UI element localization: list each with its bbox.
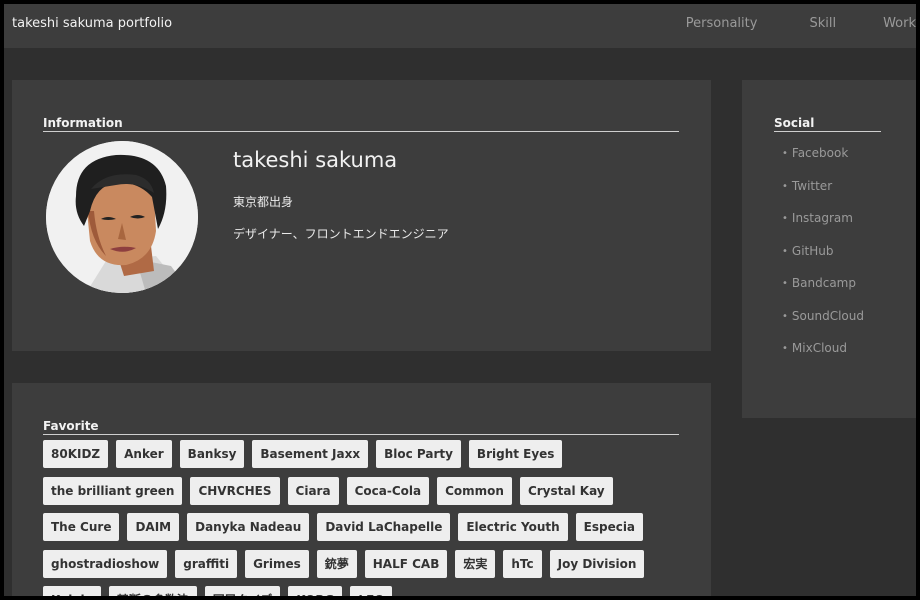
social-link-instagram[interactable]: • Instagram	[782, 211, 864, 244]
social-label[interactable]: Facebook	[792, 146, 848, 160]
bullet-icon: •	[782, 278, 788, 289]
favorite-tag[interactable]: Joy Division	[549, 549, 645, 578]
favorite-tag-list: 80KIDZ Anker Banksy Basement Jaxx Bloc Party…	[43, 440, 693, 596]
bullet-icon: •	[782, 245, 788, 257]
social-card: Social • Facebook • Twitter • Instagram • Gi…	[742, 80, 916, 418]
nav-work[interactable]: Work	[883, 16, 916, 31]
favorite-tag[interactable]: Crystal Kay	[519, 476, 613, 505]
social-label[interactable]: GitHub	[792, 244, 834, 258]
favorite-tag[interactable]: Especia	[575, 513, 644, 541]
social-link-bandcamp[interactable]: • Bandcamp	[782, 276, 864, 309]
favorite-tag[interactable]: 宏実	[455, 549, 496, 578]
social-label[interactable]: SoundCloud	[792, 309, 864, 323]
role-text: デザイナー、フロントエンドエンジニア	[233, 227, 449, 241]
person-name: takeshi sakuma	[233, 148, 398, 172]
bullet-icon: •	[782, 148, 788, 159]
avatar-illustration	[46, 141, 198, 293]
favorite-tag[interactable]: DAIM	[127, 513, 180, 541]
social-link-github[interactable]: • GitHub	[782, 244, 864, 277]
social-heading: Social	[774, 116, 881, 132]
favorite-tag[interactable]: 80KIDZ	[43, 440, 109, 468]
site-brand[interactable]: takeshi sakuma portfolio	[12, 16, 172, 31]
favorite-tag[interactable]: Kelela	[43, 586, 101, 596]
favorite-tag[interactable]: Coca-Cola	[346, 476, 430, 505]
favorite-tag[interactable]: Danyka Nadeau	[187, 513, 310, 541]
favorite-tag[interactable]: hTc	[503, 549, 542, 578]
favorite-tag[interactable]: graffiti	[175, 549, 238, 578]
social-link-twitter[interactable]: • Twitter	[782, 179, 864, 212]
favorite-tag[interactable]: HALF CAB	[364, 549, 448, 578]
information-card: Information takeshi sakuma 東京都出身 デザイナー、フ…	[12, 80, 711, 351]
favorite-tag[interactable]: Banksy	[179, 440, 245, 468]
social-list: • Facebook • Twitter • Instagram • GitHub • B…	[782, 146, 864, 374]
favorite-tag[interactable]: Bloc Party	[376, 440, 461, 468]
favorite-tag[interactable]: KORG	[288, 586, 343, 596]
origin-text: 東京都出身	[233, 195, 294, 209]
favorite-heading: Favorite	[43, 419, 679, 435]
bullet-icon: •	[782, 343, 788, 354]
bullet-icon: •	[782, 180, 788, 192]
bullet-icon: •	[782, 310, 788, 322]
favorite-tag[interactable]: 銃夢	[316, 549, 357, 578]
favorite-tag[interactable]: The Cure	[43, 513, 120, 541]
favorite-tag[interactable]: LFO	[350, 586, 393, 596]
page: takeshi sakuma portfolio Personality Ski…	[4, 4, 916, 596]
social-link-soundcloud[interactable]: • SoundCloud	[782, 309, 864, 342]
nav-personality[interactable]: Personality	[686, 16, 758, 31]
top-navbar: takeshi sakuma portfolio Personality Ski…	[4, 4, 916, 48]
favorite-tag[interactable]: Electric Youth	[458, 513, 568, 541]
favorite-tag[interactable]: 国民クイズ	[204, 586, 281, 596]
favorite-tag[interactable]: the brilliant green	[43, 476, 183, 505]
favorite-tag[interactable]: David LaChapelle	[317, 513, 451, 541]
bullet-icon: •	[782, 213, 788, 224]
social-label[interactable]: Instagram	[792, 211, 853, 225]
nav-links: Personality Skill Work	[686, 16, 916, 31]
favorite-tag[interactable]: Basement Jaxx	[252, 440, 369, 468]
favorite-tag[interactable]: ghostradioshow	[43, 549, 168, 578]
favorite-tag[interactable]: CHVRCHES	[190, 476, 280, 505]
social-link-mixcloud[interactable]: • MixCloud	[782, 341, 864, 374]
favorite-tag[interactable]: 禁断の多数決	[108, 586, 197, 596]
information-heading: Information	[43, 116, 679, 132]
favorite-tag[interactable]: Bright Eyes	[468, 440, 563, 468]
nav-skill[interactable]: Skill	[809, 16, 836, 31]
social-label[interactable]: MixCloud	[792, 341, 847, 355]
favorite-tag[interactable]: Anker	[116, 440, 172, 468]
favorite-tag[interactable]: Ciara	[287, 476, 339, 505]
social-link-facebook[interactable]: • Facebook	[782, 146, 864, 179]
social-label[interactable]: Twitter	[792, 179, 832, 193]
avatar	[46, 141, 198, 293]
favorite-tag[interactable]: Common	[437, 476, 512, 505]
favorite-card: Favorite 80KIDZ Anker Banksy Basement Jaxx B…	[12, 383, 711, 596]
social-label[interactable]: Bandcamp	[792, 276, 856, 290]
favorite-tag[interactable]: Grimes	[245, 549, 309, 578]
